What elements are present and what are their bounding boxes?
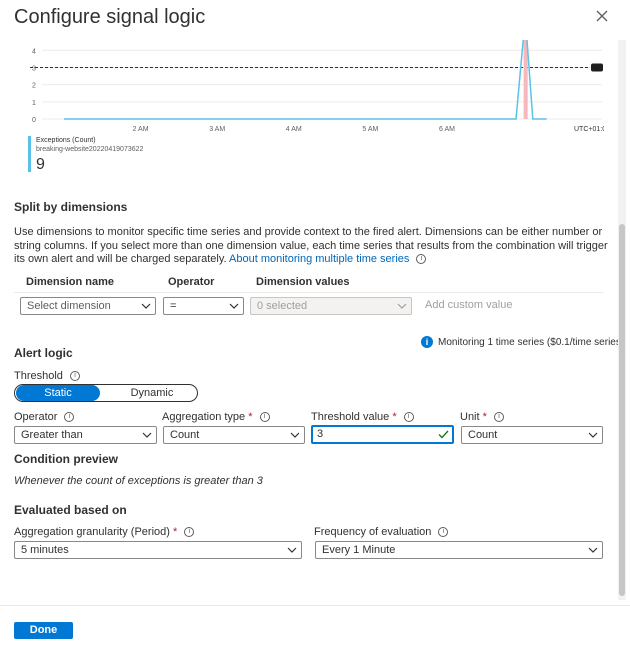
- select-dimension-dropdown[interactable]: Select dimension: [20, 297, 156, 315]
- operator-dropdown[interactable]: Greater than: [14, 426, 157, 444]
- threshold-value-input[interactable]: 3: [311, 425, 454, 444]
- frequency-label: Frequency of evaluation i: [314, 526, 449, 538]
- panel-scrollbar[interactable]: [618, 40, 626, 600]
- dimension-values-text: 0 selected: [257, 300, 308, 312]
- unit-value: Count: [468, 429, 498, 441]
- unit-dropdown[interactable]: Count: [461, 426, 603, 444]
- aggregation-type-value: Count: [170, 429, 200, 441]
- split-description: Use dimensions to monitor specific time …: [14, 226, 608, 267]
- dimension-values-dropdown[interactable]: 0 selected: [250, 297, 412, 315]
- granularity-dropdown[interactable]: 5 minutes: [14, 541, 302, 559]
- threshold-value-label: Threshold value * i: [311, 411, 414, 423]
- granularity-value: 5 minutes: [21, 544, 69, 556]
- column-dimension-name: Dimension name: [26, 276, 115, 288]
- monitoring-cost-text: Monitoring 1 time series ($0.1/time seri…: [438, 337, 625, 348]
- evaluated-section-title: Evaluated based on: [14, 503, 127, 517]
- unit-label-text: Unit: [460, 411, 480, 423]
- threshold-dynamic-option[interactable]: Dynamic: [107, 385, 197, 401]
- x-tick-label: 2 AM: [133, 126, 149, 133]
- split-section-title: Split by dimensions: [14, 200, 128, 214]
- condition-preview-title: Condition preview: [14, 452, 119, 466]
- metric-chart: 0 1 2 3 4 2 AM 3 AM 4 AM 5 AM 6 AM UTC+01:00: [14, 40, 604, 180]
- threshold-static-option[interactable]: Static: [16, 385, 100, 401]
- select-dimension-text: Select dimension: [27, 300, 111, 312]
- about-multiple-time-series-link[interactable]: About monitoring multiple time series: [229, 253, 409, 265]
- operator-label: Operator i: [14, 411, 75, 423]
- info-icon[interactable]: i: [259, 412, 270, 423]
- panel-title: Configure signal logic: [14, 6, 206, 28]
- x-tick-label: 6 AM: [439, 126, 455, 133]
- operator-value: Greater than: [21, 429, 83, 441]
- dimension-operator-value: =: [170, 300, 177, 312]
- legend-metric-name: Exceptions (Count): [36, 137, 96, 144]
- x-tick-label: 3 AM: [209, 126, 225, 133]
- chevron-down-icon: [588, 547, 598, 553]
- chevron-down-icon: [290, 432, 300, 438]
- y-tick-label: 2: [32, 83, 36, 90]
- frequency-value: Every 1 Minute: [322, 544, 396, 556]
- threshold-value-label-text: Threshold value: [311, 411, 390, 423]
- info-icon[interactable]: i: [184, 527, 195, 538]
- alert-highlight: [523, 40, 528, 119]
- required-marker: *: [482, 411, 487, 423]
- add-custom-value-input[interactable]: Add custom value: [425, 299, 512, 311]
- aggregation-type-label-text: Aggregation type: [162, 411, 246, 423]
- threshold-value-text: 3: [317, 428, 324, 440]
- required-marker: *: [172, 526, 178, 538]
- legend-resource-name: breaking-website20220419073622: [36, 146, 144, 153]
- threshold-label: Threshold i: [14, 370, 80, 382]
- info-icon[interactable]: i: [69, 371, 80, 382]
- chevron-down-icon: [287, 547, 297, 553]
- column-dimension-values: Dimension values: [256, 276, 350, 288]
- threshold-marker: [591, 63, 603, 72]
- y-tick-label: 3: [32, 65, 36, 72]
- scrollbar-thumb[interactable]: [619, 224, 625, 596]
- chevron-down-icon: [142, 432, 152, 438]
- table-header-divider: [14, 292, 604, 293]
- footer-divider: [0, 605, 630, 606]
- threshold-label-text: Threshold: [14, 370, 63, 382]
- aggregation-type-dropdown[interactable]: Count: [163, 426, 305, 444]
- info-icon[interactable]: i: [416, 254, 427, 265]
- threshold-type-toggle[interactable]: Static Dynamic: [14, 384, 198, 402]
- unit-label: Unit * i: [460, 411, 504, 423]
- x-tick-label: 5 AM: [362, 126, 378, 133]
- x-tick-label: 4 AM: [286, 126, 302, 133]
- y-tick-label: 4: [32, 48, 36, 55]
- y-tick-label: 0: [32, 117, 36, 124]
- frequency-dropdown[interactable]: Every 1 Minute: [315, 541, 603, 559]
- info-icon[interactable]: i: [438, 527, 449, 538]
- info-icon[interactable]: i: [403, 412, 414, 423]
- dimension-operator-dropdown[interactable]: =: [163, 297, 244, 315]
- condition-preview-text: Whenever the count of exceptions is grea…: [14, 475, 263, 487]
- required-marker: *: [392, 411, 397, 423]
- series-line: [64, 40, 547, 120]
- chevron-down-icon: [397, 303, 407, 309]
- legend-color-bar: [28, 136, 31, 172]
- chevron-down-icon: [588, 432, 598, 438]
- granularity-label: Aggregation granularity (Period) * i: [14, 526, 195, 538]
- alert-logic-title: Alert logic: [14, 346, 73, 360]
- info-icon[interactable]: i: [493, 412, 504, 423]
- close-icon[interactable]: [594, 8, 610, 24]
- info-icon: i: [421, 336, 433, 348]
- chevron-down-icon: [229, 303, 239, 309]
- info-icon[interactable]: i: [64, 412, 75, 423]
- frequency-label-text: Frequency of evaluation: [314, 526, 432, 538]
- required-marker: *: [248, 411, 253, 423]
- legend-value: 9: [36, 156, 45, 173]
- operator-label-text: Operator: [14, 411, 58, 423]
- timezone-label: UTC+01:00: [574, 126, 604, 133]
- checkmark-icon: [438, 430, 449, 439]
- column-operator: Operator: [168, 276, 215, 288]
- aggregation-type-label: Aggregation type * i: [162, 411, 270, 423]
- granularity-label-text: Aggregation granularity (Period): [14, 526, 170, 538]
- chart-plot: 0 1 2 3 4 2 AM 3 AM 4 AM 5 AM 6 AM UTC+01:00: [30, 40, 604, 133]
- done-button[interactable]: Done: [14, 622, 73, 639]
- chevron-down-icon: [141, 303, 151, 309]
- y-tick-label: 1: [32, 100, 36, 107]
